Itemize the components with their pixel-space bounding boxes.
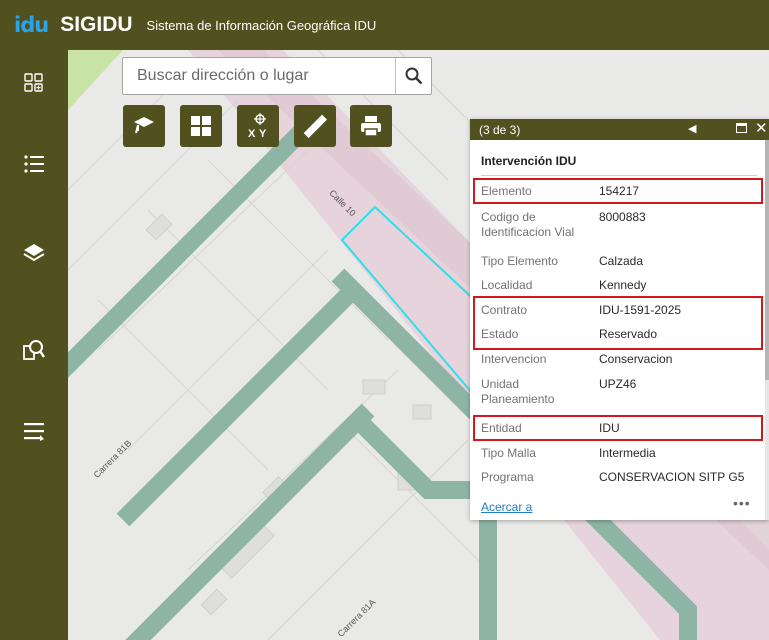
app-header: idu SIGIDU Sistema de Información Geográ… [0,0,769,50]
print-icon [361,116,381,137]
close-icon[interactable]: ✕ [755,119,768,137]
svg-text:X: X [248,128,256,139]
basemap-gallery-icon [191,116,211,136]
search-box [122,57,432,95]
menu-button[interactable] [17,414,51,448]
attribute-value: Conservacion [599,352,673,366]
attribute-label: Tipo Elemento [481,254,558,268]
list-button[interactable] [17,147,51,181]
attribute-label: Intervencion [481,352,547,366]
svg-text:Y: Y [259,128,267,139]
attribute-label: Programa [481,470,534,484]
attribute-label: Codigo de Identificacion Vial [481,210,575,239]
layers-icon [23,244,45,262]
app-subtitle: Sistema de Información Geográfica IDU [146,17,377,33]
graduation-cap-icon [134,117,154,134]
highlight-entidad [473,415,763,441]
xy-coordinate-icon: X Y [248,113,267,139]
idu-logo: idu [14,13,49,37]
widgets-grid-button[interactable] [17,66,51,100]
attribute-value: UPZ46 [599,377,637,391]
search-icon [405,67,422,85]
previous-feature-icon[interactable]: ◀ [688,122,696,135]
attribute-label: Localidad [481,278,533,292]
guide-button[interactable] [123,105,165,147]
print-button[interactable] [350,105,392,147]
ruler-measure-icon [303,114,327,138]
query-search-button[interactable] [17,333,51,367]
popup-divider [481,175,757,176]
attribute-label: Tipo Malla [481,446,536,460]
widgets-grid-icon [24,73,43,92]
attribute-value: Calzada [599,254,644,268]
app-name: SIGIDU [60,13,133,36]
attribute-value: 8000883 [599,210,646,224]
attribute-value: CONSERVACION SITP G5 [599,470,745,484]
menu-icon [24,423,44,441]
highlight-elemento [473,178,763,204]
popup-title: Intervención IDU [481,154,577,168]
attribute-value: Kennedy [599,278,647,292]
layers-button[interactable] [17,236,51,270]
sidebar [0,50,68,640]
maximize-icon[interactable] [736,123,747,133]
more-actions-icon[interactable]: ••• [733,495,751,511]
popup-feature-count: (3 de 3) [479,122,521,137]
xy-coordinate-button[interactable]: X Y [237,105,279,147]
search-button[interactable] [395,58,431,94]
popup-scrollbar-thumb[interactable] [765,140,769,380]
attribute-value: Intermedia [599,446,656,460]
highlight-contrato-estado [473,296,763,350]
attribute-label: Unidad Planeamiento [481,377,555,406]
list-icon [24,155,44,173]
popup-header: (3 de 3) ◀ ✕ [470,119,769,140]
measure-button[interactable] [294,105,336,147]
zoom-to-link[interactable]: Acercar a [481,500,532,514]
query-search-icon [23,340,45,360]
basemap-gallery-button[interactable] [180,105,222,147]
search-input[interactable] [123,58,395,94]
